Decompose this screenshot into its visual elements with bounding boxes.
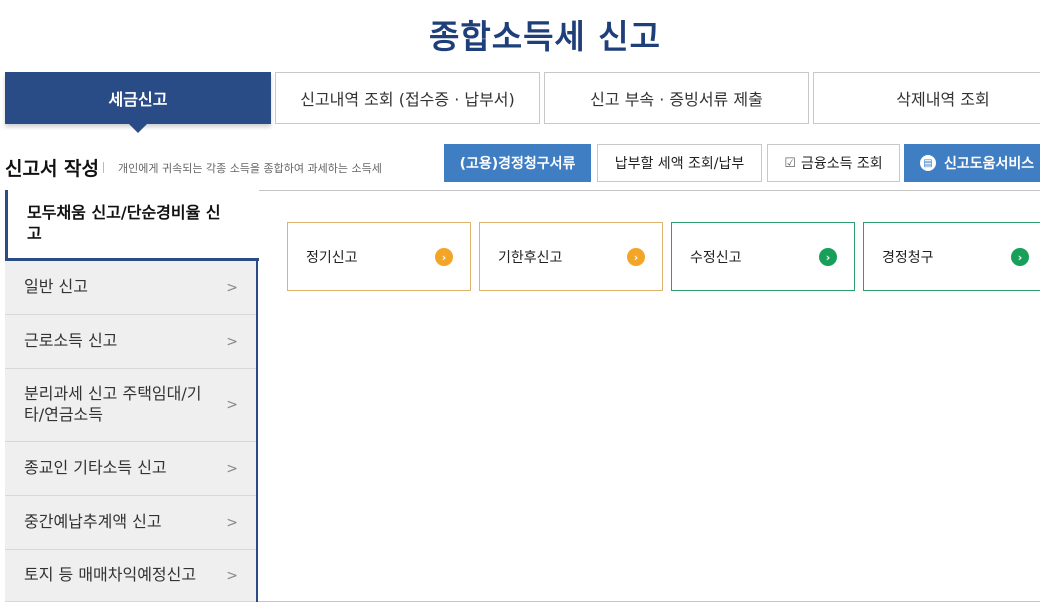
sidebar-item-label: 종교인 기타소득 신고 [24, 458, 167, 478]
chevron-right-circle-icon: › [435, 248, 453, 266]
late-filing-card[interactable]: 기한후신고 › [479, 222, 663, 291]
sidebar-item-label: 일반 신고 [24, 277, 88, 297]
chevron-right-icon: > [226, 567, 238, 584]
tab-tax-filing[interactable]: 세금신고 [5, 72, 271, 133]
document-icon: ☑ [784, 155, 796, 171]
financial-income-lookup-label: 금융소득 조회 [800, 156, 883, 172]
subheader-bar: 신고서 작성 개인에게 귀속되는 각종 소득을 종합하여 과세하는 소득세 (고… [0, 144, 1040, 182]
sidebar-item-simple-filing[interactable]: 모두채움 신고/단순경비율 신고 [5, 190, 259, 261]
book-icon: ▤ [920, 155, 936, 171]
filing-help-service-label: 신고도움서비스 [944, 156, 1035, 172]
chevron-right-circle-icon: › [627, 248, 645, 266]
correction-claim-card[interactable]: 경정청구 › [863, 222, 1040, 291]
sidebar-item-religious[interactable]: 종교인 기타소득 신고 > [5, 442, 256, 496]
financial-income-lookup-button[interactable]: ☑ 금융소득 조회 [767, 144, 900, 182]
card-label: 경정청구 [882, 249, 934, 266]
tax-payment-button[interactable]: 납부할 세액 조회/납부 [597, 144, 762, 182]
tab-document-submission[interactable]: 신고 부속 · 증빙서류 제출 [544, 72, 809, 124]
chevron-right-circle-icon: › [819, 248, 837, 266]
sidebar: 모두채움 신고/단순경비율 신고 일반 신고 > 근로소득 신고 > 분리과세 … [5, 190, 259, 602]
sidebar-item-interim-prepayment[interactable]: 중간예납추계액 신고 > [5, 496, 256, 550]
tab-filing-history[interactable]: 신고내역 조회 (접수증 · 납부서) [275, 72, 540, 124]
sidebar-item-label: 토지 등 매매차익예정신고 [24, 565, 197, 585]
card-label: 정기신고 [306, 249, 358, 266]
chevron-right-icon: > [226, 460, 238, 477]
section-description: 개인에게 귀속되는 각종 소득을 종합하여 과세하는 소득세 [118, 162, 382, 175]
sidebar-item-land-sale[interactable]: 토지 등 매매차익예정신고 > [5, 550, 256, 602]
chevron-right-icon: > [226, 333, 238, 350]
chevron-right-icon: > [226, 514, 238, 531]
card-label: 기한후신고 [498, 249, 563, 266]
sidebar-item-label: 모두채움 신고/단순경비율 신고 [27, 203, 221, 243]
amended-filing-card[interactable]: 수정신고 › [671, 222, 855, 291]
sidebar-item-label: 근로소득 신고 [24, 331, 118, 351]
sidebar-item-label: 중간예납추계액 신고 [24, 512, 162, 532]
correction-claim-docs-button[interactable]: (고용)경정청구서류 [444, 144, 591, 182]
regular-filing-card[interactable]: 정기신고 › [287, 222, 471, 291]
chevron-right-icon: > [226, 279, 238, 296]
main-tabs: 세금신고 신고내역 조회 (접수증 · 납부서) 신고 부속 · 증빙서류 제출… [5, 72, 1040, 133]
sidebar-item-general[interactable]: 일반 신고 > [5, 261, 256, 315]
tab-deleted-history[interactable]: 삭제내역 조회 [813, 72, 1040, 124]
sidebar-item-earned-income[interactable]: 근로소득 신고 > [5, 315, 256, 369]
section-title: 신고서 작성 [5, 158, 100, 180]
card-label: 수정신고 [690, 249, 742, 266]
filing-help-service-button[interactable]: ▤ 신고도움서비스 [904, 144, 1040, 182]
page-title: 종합소득세 신고 [428, 17, 661, 56]
sidebar-item-separate-taxation[interactable]: 분리과세 신고 주택임대/기타/연금소득 > [5, 369, 256, 442]
sidebar-item-label: 분리과세 신고 주택임대/기타/연금소득 [24, 384, 202, 424]
chevron-right-icon: > [226, 397, 238, 413]
title-divider [103, 162, 104, 173]
chevron-right-circle-icon: › [1011, 248, 1029, 266]
